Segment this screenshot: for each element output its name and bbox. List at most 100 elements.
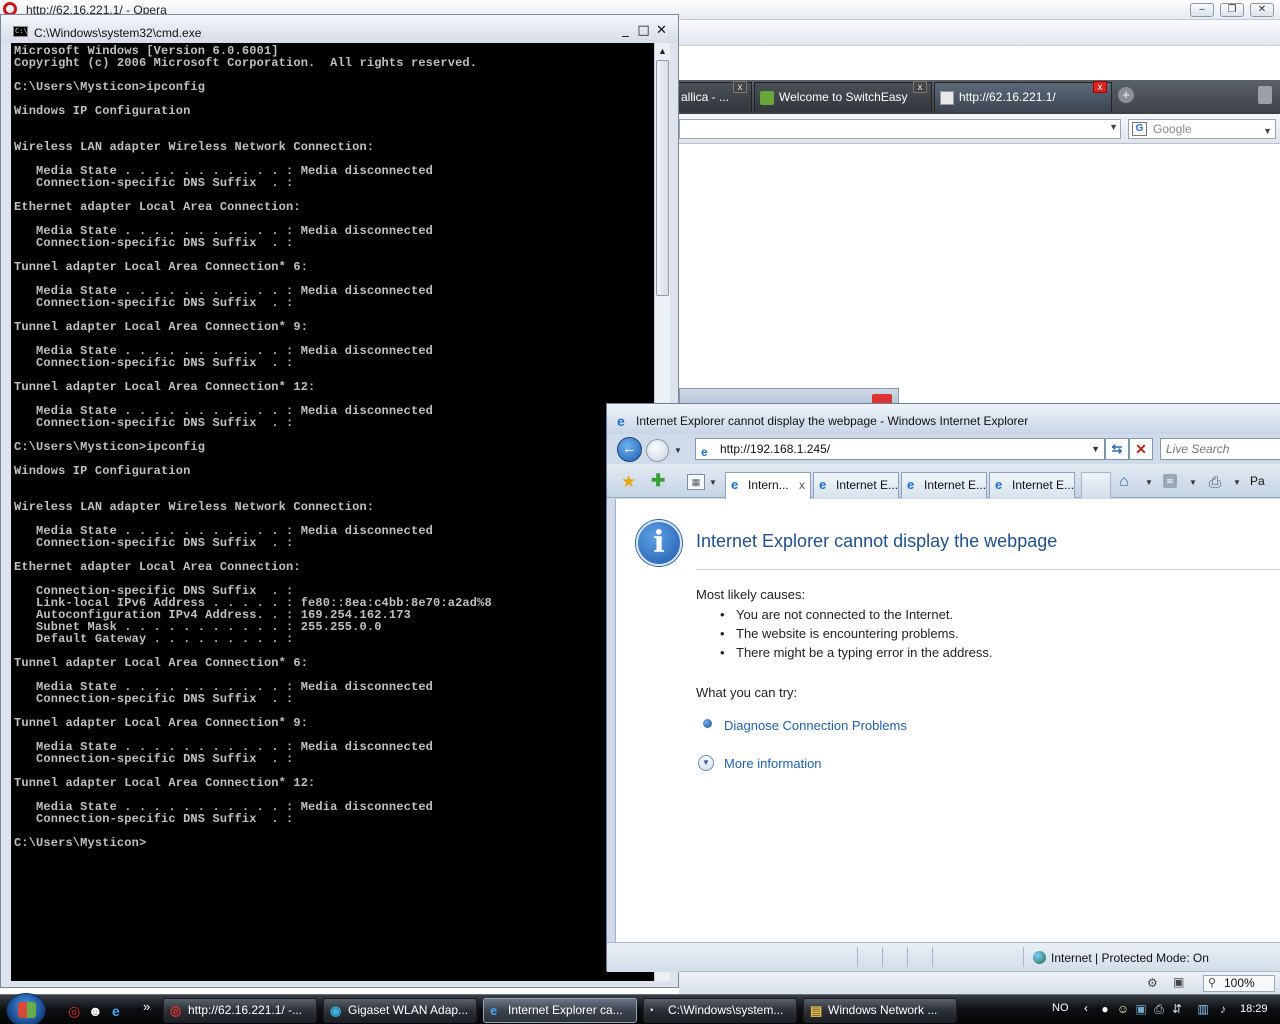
ie-tab-3[interactable]: e Internet E... xyxy=(901,472,987,498)
device-tray-icon[interactable]: ▣ xyxy=(1134,1002,1148,1016)
ie-logo-icon: e xyxy=(617,413,625,429)
messenger-quicklaunch-icon[interactable]: ☻ xyxy=(88,1003,103,1019)
scroll-thumb[interactable] xyxy=(656,60,669,296)
ie-navigation-bar: ← ▼ e http://192.168.1.245/ ▼ ⇆ ✕ Live S… xyxy=(607,434,1280,464)
ie-page-icon: e xyxy=(701,445,708,459)
taskbar-button-label: Gigaset WLAN Adap... xyxy=(348,1003,469,1017)
usb-tray-icon[interactable]: ⇵ xyxy=(1170,1002,1184,1016)
close-icon[interactable]: x xyxy=(799,473,805,497)
scroll-up-icon[interactable]: ▲ xyxy=(655,43,670,60)
taskbar: ◎ ☻ e » ◎ http://62.16.221.1/ -... ◉ Gig… xyxy=(0,993,1280,1024)
panda-icon[interactable]: ● xyxy=(1098,1002,1112,1016)
ie-page-icon: e xyxy=(995,477,1003,492)
opera-tab-label: allica - ... xyxy=(681,90,730,104)
cmd-titlebar: C:\ C:\Windows\system32\cmd.exe _ □ ✕ xyxy=(1,15,678,43)
causes-list: You are not connected to the Internet. T… xyxy=(720,605,993,662)
ie-search-input[interactable]: Live Search xyxy=(1160,438,1280,460)
camera-icon[interactable]: ▣ xyxy=(1173,975,1184,989)
ie-quicklaunch-icon[interactable]: e xyxy=(112,1003,120,1019)
diagnose-connection-link[interactable]: Diagnose Connection Problems xyxy=(724,718,907,733)
volume-icon[interactable]: ♪ xyxy=(1216,1002,1230,1016)
cmd-maximize-button[interactable]: □ xyxy=(636,24,651,38)
feeds-icon[interactable]: ≋ xyxy=(1163,474,1177,488)
ie-tab-2[interactable]: e Internet E... xyxy=(813,472,899,498)
forward-arrow-icon[interactable] xyxy=(646,439,669,462)
trash-icon[interactable] xyxy=(1258,86,1272,104)
ie-page-icon: e xyxy=(819,477,827,492)
chevron-down-icon[interactable]: ▼ xyxy=(1145,478,1153,487)
opera-tab-3[interactable]: http://62.16.221.1/ x xyxy=(934,81,1112,112)
more-information-link[interactable]: More information xyxy=(724,756,822,771)
home-icon[interactable]: ⌂ xyxy=(1119,473,1129,491)
opera-quicklaunch-icon[interactable]: ◎ xyxy=(68,1003,80,1020)
chevron-down-icon[interactable]: ▼ xyxy=(1091,439,1100,459)
page-menu-button[interactable]: Pa xyxy=(1250,474,1265,488)
cmd-close-button[interactable]: ✕ xyxy=(654,24,669,38)
divider xyxy=(857,947,858,967)
close-icon[interactable]: x xyxy=(913,81,927,93)
opera-tab-label: Welcome to SwitchEasy xyxy=(779,90,908,104)
security-zone-status[interactable]: Internet | Protected Mode: On xyxy=(1051,951,1209,965)
more-chevron-icon[interactable]: » xyxy=(143,999,150,1014)
messenger-tray-icon[interactable]: ☺ xyxy=(1116,1002,1130,1016)
taskbar-button-network[interactable]: ▤ Windows Network ... xyxy=(803,998,957,1023)
error-title: Internet Explorer cannot display the web… xyxy=(696,531,1058,551)
ie-tab-1[interactable]: e Intern... x xyxy=(725,472,811,499)
stop-icon[interactable]: ✕ xyxy=(1129,438,1153,460)
windows-logo-icon xyxy=(18,1002,36,1018)
start-button[interactable] xyxy=(6,993,46,1024)
opera-tab-2[interactable]: Welcome to SwitchEasy x xyxy=(754,81,932,112)
chevron-down-icon[interactable]: ▼ xyxy=(1263,122,1272,140)
cmd-minimize-button[interactable]: _ xyxy=(618,24,633,38)
ie-tab-4[interactable]: e Internet E... xyxy=(989,472,1075,498)
zoom-control[interactable]: ⚲ 100% xyxy=(1203,975,1275,992)
opera-maximize-button[interactable]: ❐ xyxy=(1220,3,1244,17)
ie-tab-label: Internet E... xyxy=(836,478,899,492)
ie-page-icon: e xyxy=(731,477,739,492)
print-icon[interactable]: ⎙ xyxy=(1209,474,1221,491)
ie-address-value: http://192.168.1.245/ xyxy=(720,442,831,456)
opera-search-placeholder: Google xyxy=(1153,122,1192,136)
taskbar-button-gigaset[interactable]: ◉ Gigaset WLAN Adap... xyxy=(323,998,477,1023)
ie-tab-label: Internet E... xyxy=(1012,478,1075,492)
chevron-down-icon[interactable]: ▼ xyxy=(1233,478,1241,487)
chevron-down-icon[interactable]: ▼ xyxy=(674,446,682,455)
chevron-down-icon[interactable]: ▼ xyxy=(709,478,717,487)
new-tab-icon[interactable]: + xyxy=(1118,87,1134,103)
quick-tabs-icon[interactable]: ▦ xyxy=(687,474,705,490)
favorites-star-icon[interactable]: ★ xyxy=(621,472,636,492)
info-icon: i xyxy=(636,520,682,566)
add-favorite-icon[interactable]: ✚ xyxy=(651,471,665,491)
ie-tab-bar: ★ ✚ ▦ ▼ e Intern... x e Internet E... e … xyxy=(607,464,1280,499)
chevron-down-icon[interactable]: ▼ xyxy=(1109,122,1118,132)
clock[interactable]: 18:29 xyxy=(1240,1003,1268,1015)
opera-close-button[interactable]: ✕ xyxy=(1250,3,1274,17)
new-tab-button[interactable] xyxy=(1081,472,1111,498)
ie-bottom-strip: ⚙ ▣ ⚲ 100% xyxy=(679,971,1280,994)
bullet-icon xyxy=(703,719,712,728)
taskbar-button-cmd[interactable]: ▪ C:\Windows\system... xyxy=(643,998,797,1023)
opera-url-input[interactable]: ▼ xyxy=(679,119,1121,139)
taskbar-button-opera[interactable]: ◎ http://62.16.221.1/ -... xyxy=(163,998,317,1023)
ie-titlebar: e Internet Explorer cannot display the w… xyxy=(607,404,1280,434)
cmd-icon: ▪ xyxy=(650,1005,654,1016)
back-arrow-icon[interactable]: ← xyxy=(617,437,642,462)
expand-chevron-icon[interactable]: ▼ xyxy=(698,755,714,771)
opera-search-input[interactable]: G Google ▼ xyxy=(1128,119,1276,139)
refresh-icon[interactable]: ⇆ xyxy=(1105,438,1129,460)
tools-icon[interactable]: ⚙ xyxy=(1147,976,1158,990)
list-item: You are not connected to the Internet. xyxy=(720,605,993,624)
opera-minimize-button[interactable]: – xyxy=(1190,3,1214,17)
opera-icon: ◎ xyxy=(170,1003,182,1018)
chevron-down-icon[interactable]: ▼ xyxy=(1189,478,1197,487)
network-tray-icon[interactable]: ▥ xyxy=(1196,1002,1210,1016)
taskbar-button-ie[interactable]: e Internet Explorer ca... xyxy=(483,998,637,1023)
tray-expand-icon[interactable]: ‹ xyxy=(1084,1001,1088,1015)
printer-tray-icon[interactable]: ⎙ xyxy=(1152,1002,1166,1016)
close-icon[interactable]: x xyxy=(1093,81,1107,93)
causes-heading: Most likely causes: xyxy=(696,587,806,602)
language-indicator[interactable]: NO xyxy=(1052,1002,1069,1014)
close-icon[interactable]: x xyxy=(733,81,747,93)
ie-address-input[interactable]: e http://192.168.1.245/ ▼ xyxy=(695,438,1105,460)
cmd-console[interactable]: Microsoft Windows [Version 6.0.6001] Cop… xyxy=(11,43,654,981)
